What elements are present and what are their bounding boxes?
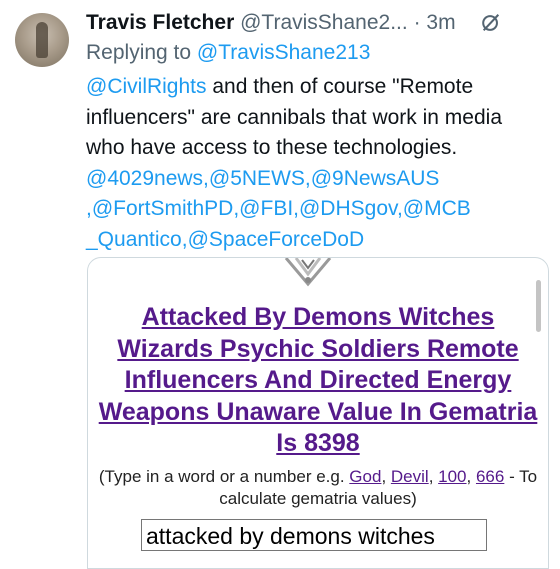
emblem-icon [284, 258, 332, 287]
help-prefix: (Type in a word or a number e.g. [98, 467, 350, 486]
mute-icon[interactable] [480, 12, 502, 34]
tweet-text: @CivilRights and then of course "Remote … [86, 72, 546, 255]
gematria-input[interactable]: attacked by demons witches [141, 519, 487, 551]
help-link-100[interactable]: 100 [438, 467, 466, 486]
mentions-line-1[interactable]: @4029news,@5NEWS,@9NewsAUS [86, 167, 439, 190]
help-link-god[interactable]: God [349, 467, 381, 486]
card-title-link[interactable]: Attacked By Demons Witches Wizards Psych… [98, 302, 538, 460]
tweet-time[interactable]: 3m [426, 11, 455, 34]
avatar-figure [36, 22, 48, 58]
separator-dot: · [413, 11, 421, 34]
help-link-devil[interactable]: Devil [391, 467, 429, 486]
avatar[interactable] [15, 13, 69, 67]
replying-to-handle[interactable]: @TravisShane213 [197, 41, 370, 64]
help-comma-2: , [428, 467, 439, 486]
mentions-line-2[interactable]: ,@FortSmithPD,@FBI,@DHSgov,@MCB [86, 197, 471, 220]
replying-prefix: Replying to [86, 41, 192, 64]
scrollbar-thumb[interactable] [536, 280, 541, 332]
mentions-line-3[interactable]: _Quantico,@SpaceForceDoD [86, 228, 364, 251]
replying-to-line: Replying to @TravisShane213 [86, 38, 370, 68]
tweet-header: Travis Fletcher @TravisShane2... · 3m [86, 9, 546, 39]
mention-civilrights[interactable]: @CivilRights [86, 75, 207, 98]
card-help-text: (Type in a word or a number e.g. God, De… [92, 466, 544, 510]
author-handle[interactable]: @TravisShane2... [240, 11, 408, 34]
author-name[interactable]: Travis Fletcher [86, 11, 234, 34]
help-link-666[interactable]: 666 [476, 467, 504, 486]
help-comma-1: , [381, 467, 391, 486]
link-card[interactable]: Attacked By Demons Witches Wizards Psych… [87, 257, 549, 569]
help-comma-3: , [466, 467, 476, 486]
